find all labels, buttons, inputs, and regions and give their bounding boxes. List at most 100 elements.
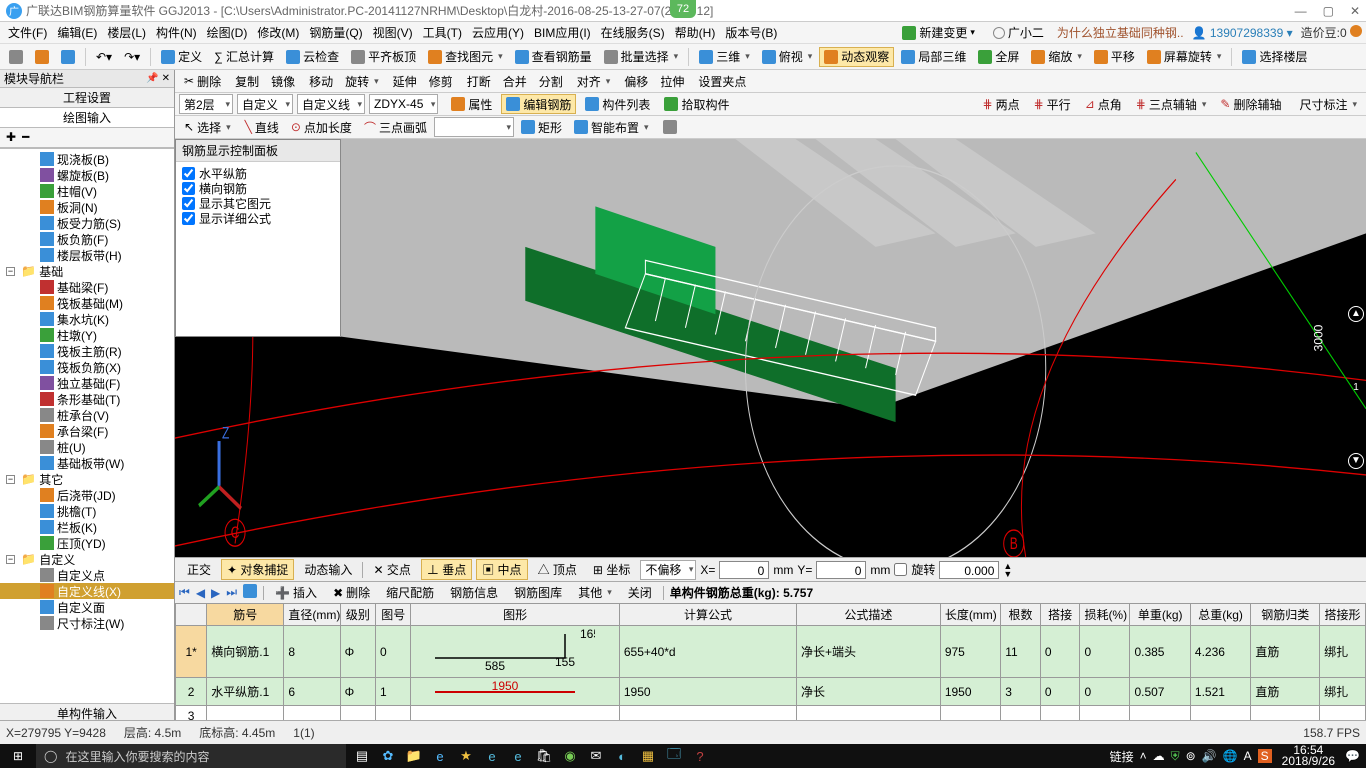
pick-component-button[interactable]: 拾取构件 <box>659 94 734 114</box>
three-point-arc-button[interactable]: ⌒ 三点画弧 <box>359 117 432 137</box>
grid-header[interactable]: 图形 <box>411 604 619 626</box>
grid-cell[interactable]: 8 <box>284 626 340 678</box>
xiaoer-button[interactable]: 广小二 <box>988 23 1049 43</box>
stretch-button[interactable]: 拉伸 <box>655 71 689 91</box>
rebar-option[interactable]: 显示其它图元 <box>182 196 334 211</box>
tab-project-settings[interactable]: 工程设置 <box>0 88 174 108</box>
tree-item[interactable]: 挑檐(T) <box>0 503 174 519</box>
sum-button[interactable]: ∑ 汇总计算 <box>209 47 279 67</box>
zoom-button[interactable]: 缩放 <box>1026 47 1087 67</box>
tray-net-icon[interactable]: 🌐 <box>1223 749 1238 763</box>
grid-cell[interactable]: 绑扎 <box>1320 678 1366 706</box>
delete-row-button[interactable]: ✖ 删除 <box>328 583 375 603</box>
grid-header[interactable]: 直径(mm) <box>284 604 340 626</box>
tree-item[interactable]: 柱墩(Y) <box>0 327 174 343</box>
ruler-down-icon[interactable]: ▼ <box>1348 453 1364 469</box>
grid-cell[interactable]: 0 <box>1040 678 1080 706</box>
x-input[interactable]: 0 <box>719 561 769 579</box>
edit-rebar-button[interactable]: 编辑钢筋 <box>501 94 576 114</box>
line-button[interactable]: ╲ 直线 <box>240 117 284 137</box>
grid-cell[interactable]: 净长+端头 <box>797 626 941 678</box>
app4-icon[interactable]: ◉ <box>558 744 582 768</box>
pin-icon[interactable]: 📌 ✕ <box>146 73 170 84</box>
tree-item[interactable]: 筏板主筋(R) <box>0 343 174 359</box>
scale-rebar-button[interactable]: 缩尺配筋 <box>381 583 439 603</box>
rebar-display-panel[interactable]: 钢筋显示控制面板 水平纵筋 横向钢筋 显示其它图元 显示详细公式 <box>175 139 341 337</box>
rebar-grid[interactable]: 筋号直径(mm)级别图号图形计算公式公式描述长度(mm)根数搭接损耗(%)单重(… <box>175 603 1366 726</box>
grid-cell[interactable]: 6 <box>284 678 340 706</box>
offset-mode-combo[interactable]: 不偏移 <box>640 560 696 580</box>
grid-cell[interactable]: 1950 <box>411 678 619 706</box>
menu-item[interactable]: 编辑(E) <box>53 22 101 43</box>
floor-combo[interactable]: 第2层 <box>179 94 233 114</box>
rebar-info-button[interactable]: 钢筋信息 <box>445 583 503 603</box>
delete-button[interactable]: ✂ 删除 <box>179 71 226 91</box>
rebar-library-button[interactable]: 钢筋图库 <box>509 583 567 603</box>
menu-item[interactable]: 视图(V) <box>369 22 417 43</box>
tray-up-icon[interactable]: ˄ <box>1140 749 1147 763</box>
menu-item[interactable]: 在线服务(S) <box>597 22 669 43</box>
dimension-button[interactable]: 尺寸标注 <box>1294 94 1362 114</box>
grid-cell[interactable]: 1* <box>176 626 207 678</box>
grid-header[interactable]: 总重(kg) <box>1190 604 1250 626</box>
close-panel-button[interactable]: 关闭 <box>623 583 657 603</box>
snap-cross[interactable]: ✕ 交点 <box>367 559 416 580</box>
tree-item[interactable]: 自定义线(X) <box>0 583 174 599</box>
shape-line-icon[interactable]: ━ <box>22 130 29 145</box>
taskbar-clock[interactable]: 16:542018/9/26 <box>1278 745 1339 767</box>
new-icon[interactable] <box>4 47 28 67</box>
arc-combo[interactable] <box>434 117 514 137</box>
define-button[interactable]: 定义 <box>156 47 207 67</box>
grid-cell[interactable]: 0 <box>1080 678 1130 706</box>
grid-cell[interactable]: 655+40*d <box>619 626 796 678</box>
grid-cell[interactable]: 直筋 <box>1251 626 1320 678</box>
snap-coord[interactable]: ⊞ 坐标 <box>587 559 636 580</box>
taskbar-search[interactable]: ◯ 在这里输入你要搜索的内容 <box>36 744 346 768</box>
point-angle-axis-button[interactable]: ⊿ 点角 <box>1080 94 1127 114</box>
menu-item[interactable]: 钢筋量(Q) <box>305 22 366 43</box>
grid-header[interactable]: 长度(mm) <box>940 604 1000 626</box>
tree-item[interactable]: 柱帽(V) <box>0 183 174 199</box>
rotate-stepper[interactable]: ▲▼ <box>1003 562 1012 578</box>
merge-button[interactable]: 合并 <box>498 71 532 91</box>
view-rebar-qty-button[interactable]: 查看钢筋量 <box>510 47 597 67</box>
menu-item[interactable]: 版本号(B) <box>721 22 781 43</box>
rebar-option[interactable]: 水平纵筋 <box>182 166 334 181</box>
parallel-axis-button[interactable]: ⋕ 平行 <box>1029 94 1076 114</box>
move-button[interactable]: 移动 <box>304 71 338 91</box>
app1-icon[interactable]: ✿ <box>376 744 400 768</box>
tree-branch[interactable]: −📁 自定义 <box>0 551 174 567</box>
tree-item[interactable]: 承台梁(F) <box>0 423 174 439</box>
tree-item[interactable]: 板洞(N) <box>0 199 174 215</box>
first-icon[interactable]: ⏮ <box>179 585 190 600</box>
taskview-icon[interactable]: ▤ <box>350 744 374 768</box>
ie-icon[interactable]: e <box>506 744 530 768</box>
save-icon[interactable] <box>56 47 80 67</box>
tree-item[interactable]: 自定义点 <box>0 567 174 583</box>
redo-icon[interactable]: ↷▾ <box>119 47 145 67</box>
edge-icon[interactable]: e <box>428 744 452 768</box>
tray-lang-icon[interactable]: A <box>1244 749 1252 763</box>
tree-item[interactable]: 螺旋板(B) <box>0 167 174 183</box>
menu-item[interactable]: 帮助(H) <box>671 22 720 43</box>
tree-item[interactable]: 压顶(YD) <box>0 535 174 551</box>
grid-cell[interactable]: Φ <box>340 678 375 706</box>
tree-item[interactable]: 集水坑(K) <box>0 311 174 327</box>
app5-icon[interactable]: ◐ <box>610 744 634 768</box>
new-change-button[interactable]: 新建变更▾ <box>897 23 980 43</box>
grid-cell[interactable]: 1950 <box>619 678 796 706</box>
account-link[interactable]: 👤 13907298339 ▾ <box>1192 26 1293 40</box>
grid-header[interactable]: 筋号 <box>207 604 284 626</box>
tray-vol-icon[interactable]: 🔊 <box>1202 749 1217 763</box>
next-icon[interactable]: ▶ <box>211 586 220 600</box>
rebar-option[interactable]: 显示详细公式 <box>182 211 334 226</box>
grid-header[interactable]: 钢筋归类 <box>1251 604 1320 626</box>
cloud-check-button[interactable]: 云检查 <box>281 47 344 67</box>
app7-icon[interactable]: 🗔 <box>662 744 686 768</box>
grid-cell[interactable]: 1.521 <box>1190 678 1250 706</box>
grid-header[interactable]: 级别 <box>340 604 375 626</box>
grid-cell[interactable]: 4.236 <box>1190 626 1250 678</box>
tree-item[interactable]: 尺寸标注(W) <box>0 615 174 631</box>
tree-item[interactable]: 自定义面 <box>0 599 174 615</box>
grid-cell[interactable]: 0 <box>1040 626 1080 678</box>
